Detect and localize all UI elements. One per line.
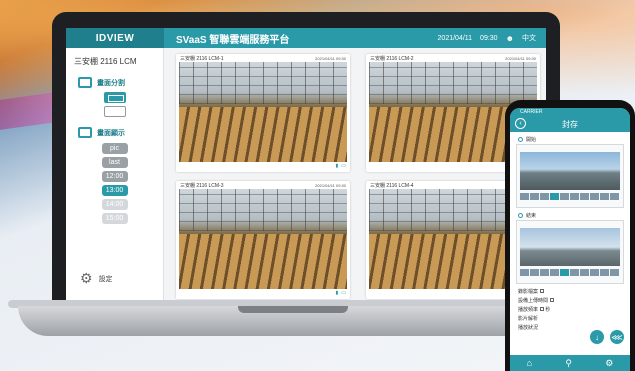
phone-header: ‹ 封存 [510,116,630,132]
image-icon [78,127,92,138]
settings-label: 設定 [98,275,113,283]
display-label: 畫面顯示 [97,129,125,137]
checkbox[interactable] [540,289,545,293]
battery-icon: ▭ [341,163,346,169]
home-icon[interactable]: ⌂ [527,358,532,368]
user-icon[interactable]: ☻ [506,34,514,43]
settings-button[interactable]: ⚙ 設定 [80,270,113,287]
display-option-last[interactable]: last [101,157,128,168]
date-display: 2021/04/11 [437,34,473,42]
signal-icon: ▮ [335,290,339,296]
display-option-pic[interactable]: pic [101,143,128,154]
camera-label: 三安棚 2116 LCM-3 [180,182,224,189]
radio-icon[interactable] [518,213,523,218]
gear-icon[interactable]: ⚙ [605,358,613,369]
checkbox[interactable] [550,298,555,302]
phone-title: 封存 [562,119,578,129]
camera-tile[interactable]: 三安棚 2116 LCM-1 2021/04/11 09:30 ▮ ▭ [176,54,350,172]
brand-logo: IDVIEW [66,28,164,48]
phone-nav-bar: ⌂ ⚲ ⚙ [510,355,630,371]
phone-screen: CARRIER ‹ 封存 開始 結束 錄影檔案 設備上傳時間 播放頻率 秒 影片… [510,108,630,371]
phone-status-bar: CARRIER [510,108,630,116]
radio-icon[interactable] [518,137,523,142]
camera-timestamp: 2021/04/11 09:30 [505,55,536,61]
display-section: 畫面顯示 [66,117,163,138]
display-option-1200[interactable]: 12:00 [101,171,128,182]
search-icon[interactable]: ⚲ [565,358,572,369]
camera-image [179,62,347,162]
laptop-frame: IDVIEW SVaaS 智聯雲端服務平台 2021/04/11 09:30 ☻… [52,12,560,312]
signal-icon: ▮ [335,163,339,169]
display-option-1400[interactable]: 14:00 [101,199,128,210]
top-bar: IDVIEW SVaaS 智聯雲端服務平台 2021/04/11 09:30 ☻… [66,28,546,48]
camera-timestamp: 2021/04/11 09:30 [315,55,346,61]
camera-label: 三安棚 2116 LCM-2 [370,55,414,62]
camera-tile[interactable]: 三安棚 2116 LCM-3 2021/04/11 09:30 ▮ ▭ [176,181,350,299]
checkbox[interactable] [540,307,545,311]
display-option-1500[interactable]: 15:00 [101,213,128,224]
sidebar: 三安棚 2116 LCM 畫面分割 畫面顯示 pic last 12:00 13… [66,48,164,304]
monitor-icon [78,77,92,88]
time-display: 09:30 [480,34,498,42]
device-name: 三安棚 2116 LCM [74,57,137,66]
top-bar-right: 2021/04/11 09:30 ☻ 中文 [438,33,546,43]
display-options: pic last 12:00 13:00 14:00 15:00 [66,143,163,224]
camera-grid: 三安棚 2116 LCM-1 2021/04/11 09:30 ▮ ▭ 三安棚 21… [176,54,542,304]
thumbnail-strip [520,193,619,200]
city-photo [520,152,620,190]
end-photo-card[interactable] [516,220,624,284]
share-button[interactable]: ⋘ [610,330,624,344]
gear-icon: ⚙ [80,270,93,286]
camera-image [179,189,347,289]
thumbnail-strip [520,269,619,276]
battery-icon: ▭ [341,290,346,296]
start-section: 開始 [510,132,630,144]
layout-section: 畫面分割 [66,67,163,88]
layout-quad-button[interactable] [103,92,126,103]
back-icon[interactable]: ‹ [515,118,526,129]
language-switch[interactable]: 中文 [522,33,536,43]
laptop-screen: IDVIEW SVaaS 智聯雲端服務平台 2021/04/11 09:30 ☻… [66,28,546,304]
layout-buttons [66,92,163,117]
camera-label: 三安棚 2116 LCM-1 [180,55,224,62]
download-button[interactable]: ↓ [590,330,604,344]
city-photo [520,228,620,266]
display-option-1300[interactable]: 13:00 [101,185,128,196]
layout-label: 畫面分割 [97,79,125,87]
archive-form: 錄影檔案 設備上傳時間 播放頻率 秒 影片解析 播放狀況 [510,284,630,337]
phone-frame: CARRIER ‹ 封存 開始 結束 錄影檔案 設備上傳時間 播放頻率 秒 影片… [505,100,635,371]
camera-label: 三安棚 2116 LCM-4 [370,182,414,189]
start-photo-card[interactable] [516,144,624,208]
layout-single-button[interactable] [103,106,126,117]
camera-timestamp: 2021/04/11 09:30 [315,182,346,188]
end-section: 結束 [510,208,630,220]
app-title: SVaaS 智聯雲端服務平台 [176,34,290,46]
